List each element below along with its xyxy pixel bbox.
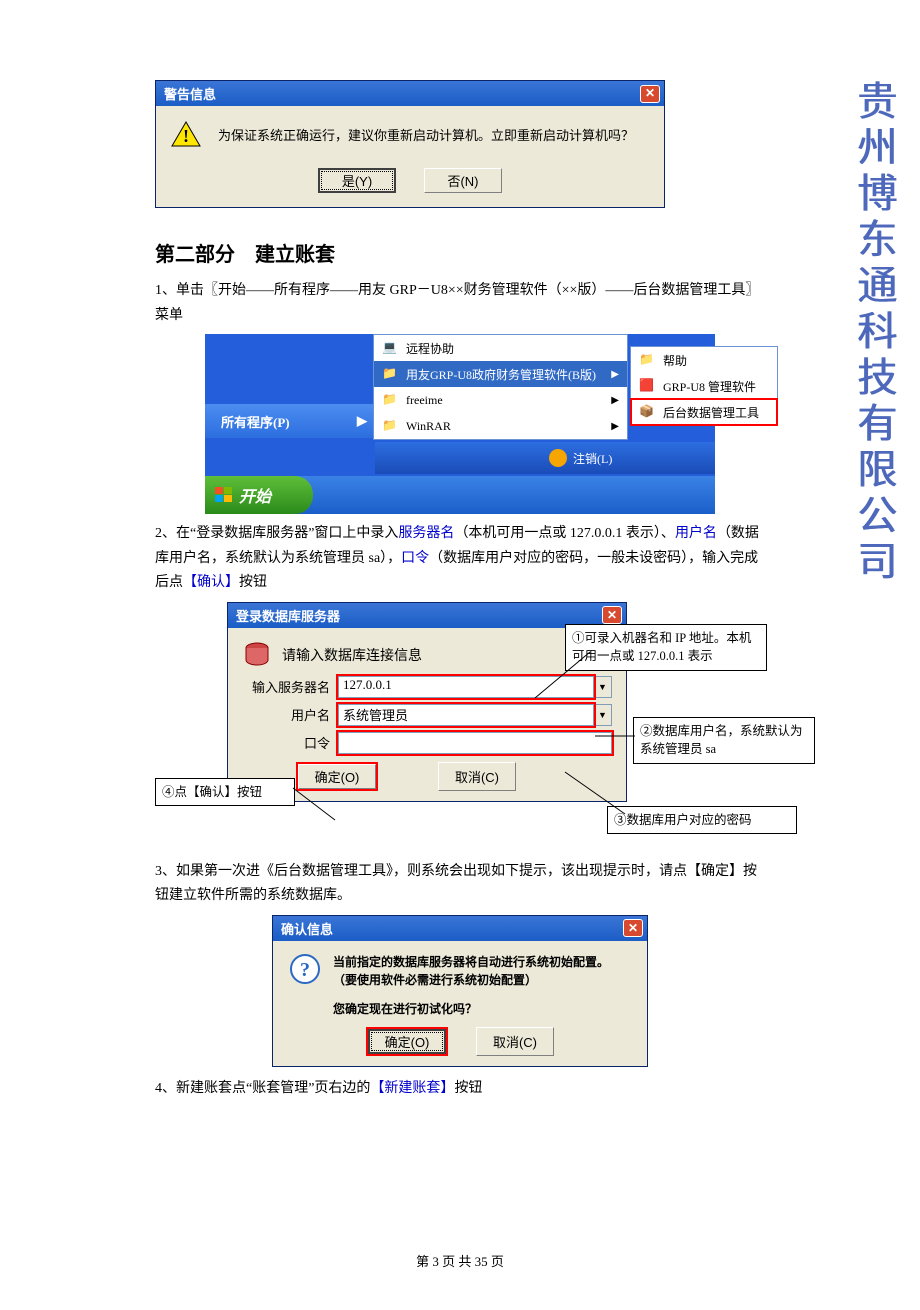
server-dropdown-icon[interactable]: ▼ [594,676,612,698]
start-menu-screenshot: 所有程序(P)▶ 💻远程协助 📁用友GRP-U8政府财务管理软件(B版)▶ 📁f… [205,334,715,514]
callout-4: ④点【确认】按钮 [155,778,295,807]
server-input[interactable]: 127.0.0.1 [338,676,594,698]
watermark: 贵州博东通科技有限公司 [844,80,902,586]
menu-item-winrar[interactable]: 📁WinRAR▶ [374,413,627,439]
warning-dialog: 警告信息 ✕ ! 为保证系统正确运行，建议你重新启动计算机。立即重新启动计算机吗… [155,80,665,208]
svg-text:?: ? [300,959,310,981]
start-button[interactable]: 开始 [205,476,313,514]
programs-submenu: 💻远程协助 📁用友GRP-U8政府财务管理软件(B版)▶ 📁freeime▶ 📁… [373,334,628,440]
paragraph-1: 1、单击〖开始——所有程序——用友 GRP－U8××财务管理软件（××版）——后… [155,279,765,328]
login-title: 登录数据库服务器 [236,606,340,625]
confirm-cancel-button[interactable]: 取消(C) [476,1027,554,1056]
close-icon[interactable]: ✕ [640,85,660,103]
all-programs-item[interactable]: 所有程序(P)▶ [205,404,375,438]
menu-item-mgr[interactable]: 🟥GRP-U8 管理软件 [631,373,777,399]
page-footer: 第 3 页 共 35 页 [155,1251,765,1270]
pwd-input[interactable] [338,732,612,754]
server-label: 输入服务器名 [242,677,338,696]
folder-icon: 📁 [382,418,398,434]
callout-3: ③数据库用户对应的密码 [607,806,797,835]
folder-icon: 📁 [382,366,398,382]
paragraph-3: 3、如果第一次进《后台数据管理工具》，则系统会出现如下提示，该出现提示时，请点【… [155,860,765,909]
logoff-bar: 注销(L) [375,442,715,474]
paragraph-4: 4、新建账套点“账套管理”页右边的【新建账套】按钮 [155,1077,765,1102]
ok-button[interactable]: 确定(O) [298,764,376,789]
dialog-title: 警告信息 [164,84,216,103]
confirm-dialog: 确认信息 ✕ ? 当前指定的数据库服务器将自动进行系统初始配置。 （要使用软件必… [272,915,648,1067]
confirm-question: 您确定现在进行初试化吗？ [333,1000,631,1017]
confirm-title: 确认信息 [281,919,333,938]
app-icon: 🟥 [639,378,655,394]
paragraph-2: 2、在“登录数据库服务器”窗口上中录入服务器名（本机可用一点或 127.0.0.… [155,522,765,596]
pwd-label: 口令 [242,733,338,752]
remote-icon: 💻 [382,340,398,356]
menu-item-backend[interactable]: 📦后台数据管理工具 [631,399,777,425]
question-icon: ? [289,953,321,985]
no-button[interactable]: 否(N) [424,168,502,193]
close-icon[interactable]: ✕ [602,606,622,624]
confirm-ok-button[interactable]: 确定(O) [368,1029,446,1054]
login-dialog-illustration: 登录数据库服务器 ✕ 请输入数据库连接信息 输入服务器名 127.0.0.1 ▼… [155,602,775,852]
callout-2: ②数据库用户名，系统默认为系统管理员 sa [633,717,815,765]
warning-icon: ! [170,120,202,148]
folder-icon: 📁 [639,352,655,368]
page-content: 警告信息 ✕ ! 为保证系统正确运行，建议你重新启动计算机。立即重新启动计算机吗… [0,0,920,1310]
section-heading: 第二部分 建立账套 [155,238,765,267]
cancel-button[interactable]: 取消(C) [438,762,516,791]
yes-button[interactable]: 是(Y) [318,168,396,193]
u8-submenu: 📁帮助 🟥GRP-U8 管理软件 📦后台数据管理工具 [630,346,778,426]
key-icon [549,449,567,467]
dialog-message: 为保证系统正确运行，建议你重新启动计算机。立即重新启动计算机吗？ [218,125,634,144]
windows-icon [215,487,233,503]
menu-item-u8[interactable]: 📁用友GRP-U8政府财务管理软件(B版)▶ [374,361,627,387]
menu-item-freeime[interactable]: 📁freeime▶ [374,387,627,413]
database-icon [242,640,272,670]
svg-text:!: ! [183,126,189,146]
user-dropdown-icon[interactable]: ▼ [594,704,612,726]
logoff-button[interactable]: 注销(L) [573,450,612,467]
close-icon[interactable]: ✕ [623,919,643,937]
callout-1: ①可录入机器名和 IP 地址。本机可用一点或 127.0.0.1 表示 [565,624,767,672]
login-subtitle: 请输入数据库连接信息 [282,645,422,665]
tool-icon: 📦 [639,404,655,420]
dialog-titlebar: 警告信息 ✕ [156,81,664,106]
user-input[interactable]: 系统管理员 [338,704,594,726]
menu-item-remote[interactable]: 💻远程协助 [374,335,627,361]
user-label: 用户名 [242,705,338,724]
menu-item-help[interactable]: 📁帮助 [631,347,777,373]
folder-icon: 📁 [382,392,398,408]
confirm-text: 当前指定的数据库服务器将自动进行系统初始配置。 （要使用软件必需进行系统初始配置… [333,953,609,990]
